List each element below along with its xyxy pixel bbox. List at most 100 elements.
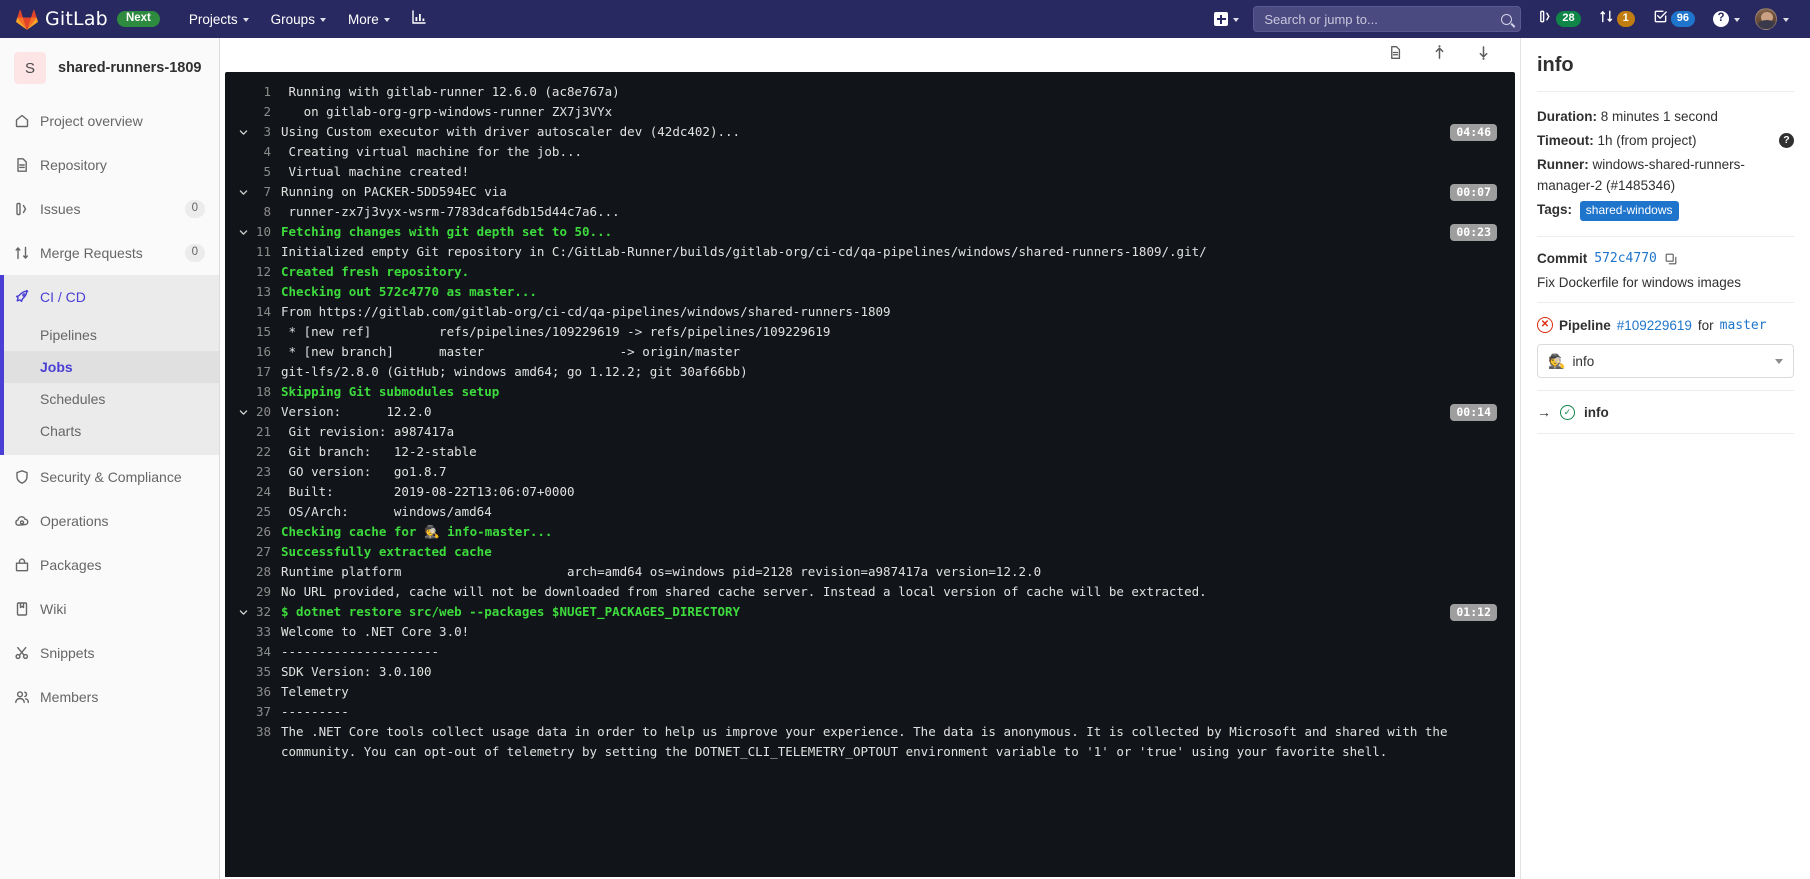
- sidebar-item-charts[interactable]: Charts: [0, 415, 219, 447]
- log-line-number[interactable]: 15: [225, 322, 281, 342]
- pipeline-id-link[interactable]: #109229619: [1617, 318, 1692, 333]
- log-line-number[interactable]: 33: [225, 622, 281, 642]
- package-icon: [14, 557, 30, 573]
- log-line-number[interactable]: 35: [225, 662, 281, 682]
- raw-log-button[interactable]: [1380, 40, 1410, 70]
- chevron-down-icon[interactable]: [235, 122, 251, 142]
- commit-sha-link[interactable]: 572c4770: [1594, 251, 1657, 266]
- chevron-down-icon[interactable]: [235, 222, 251, 242]
- merge-request-icon: [1599, 9, 1614, 29]
- scroll-to-top-button[interactable]: [1424, 40, 1454, 70]
- sidebar-item-cicd[interactable]: CI / CD: [0, 275, 219, 319]
- log-line-number[interactable]: 3: [225, 122, 281, 142]
- sidebar-item-repository[interactable]: Repository: [0, 143, 219, 187]
- log-line-number[interactable]: 34: [225, 642, 281, 662]
- log-line-number[interactable]: 8: [225, 202, 281, 222]
- chevron-down-icon[interactable]: [235, 402, 251, 422]
- project-sidebar: S shared-runners-1809 Project overview R…: [0, 38, 220, 879]
- log-line-number[interactable]: 17: [225, 362, 281, 382]
- scroll-to-bottom-button[interactable]: [1468, 40, 1498, 70]
- tags-label: Tags:: [1537, 202, 1573, 217]
- log-line-text: Running on PACKER-5DD594EC via: [281, 184, 507, 199]
- nav-projects[interactable]: Projects: [178, 0, 260, 38]
- log-line-number[interactable]: 28: [225, 562, 281, 582]
- sidebar-label-pipelines: Pipelines: [40, 327, 97, 343]
- sidebar-item-schedules[interactable]: Schedules: [0, 383, 219, 415]
- log-line-number[interactable]: 4: [225, 142, 281, 162]
- todos-counter[interactable]: 96: [1644, 0, 1704, 38]
- log-line-number[interactable]: 37: [225, 702, 281, 722]
- chevron-down-icon[interactable]: [235, 602, 251, 622]
- nav-groups[interactable]: Groups: [260, 0, 337, 38]
- job-list-item-info[interactable]: → ✓ info: [1521, 391, 1810, 433]
- log-line-number[interactable]: 10: [225, 222, 281, 242]
- log-line-number[interactable]: 36: [225, 682, 281, 702]
- log-line-number[interactable]: 14: [225, 302, 281, 322]
- sidebar-item-members[interactable]: Members: [0, 675, 219, 719]
- nav-more[interactable]: More: [337, 0, 401, 38]
- log-line-number[interactable]: 24: [225, 482, 281, 502]
- log-line-number[interactable]: 27: [225, 542, 281, 562]
- log-line-number[interactable]: 7: [225, 182, 281, 202]
- chevron-down-icon[interactable]: [235, 182, 251, 202]
- log-line-number[interactable]: 29: [225, 582, 281, 602]
- sidebar-item-jobs[interactable]: Jobs: [0, 351, 219, 383]
- log-line-number[interactable]: 20: [225, 402, 281, 422]
- log-line: 4 Creating virtual machine for the job..…: [225, 142, 1515, 162]
- log-line-text: Git branch: 12-2-stable: [281, 444, 477, 459]
- project-name: shared-runners-1809: [58, 60, 202, 76]
- sidebar-item-project-overview[interactable]: Project overview: [0, 99, 219, 143]
- arrow-right-icon: →: [1537, 404, 1551, 420]
- sidebar-item-operations[interactable]: Operations: [0, 499, 219, 543]
- stage-select[interactable]: 🕵 info: [1537, 344, 1794, 378]
- book-icon: [14, 601, 30, 617]
- log-line: 2 on gitlab-org-grp-windows-runner ZX7j3…: [225, 102, 1515, 122]
- search-input[interactable]: Search or jump to...: [1253, 6, 1522, 32]
- create-new-button[interactable]: [1204, 0, 1249, 38]
- log-line: 29 No URL provided, cache will not be dow…: [225, 582, 1515, 602]
- log-line: 34 ---------------------: [225, 642, 1515, 662]
- log-line: 26 Checking cache for 🕵 info-master...: [225, 522, 1515, 542]
- user-menu-button[interactable]: [1749, 0, 1798, 38]
- log-line-number[interactable]: 11: [225, 242, 281, 262]
- log-line-number[interactable]: 22: [225, 442, 281, 462]
- log-line-number[interactable]: 18: [225, 382, 281, 402]
- log-line-number[interactable]: 16: [225, 342, 281, 362]
- sidebar-item-security-compliance[interactable]: Security & Compliance: [0, 455, 219, 499]
- log-line-number[interactable]: 21: [225, 422, 281, 442]
- log-line-number[interactable]: 32: [225, 602, 281, 622]
- log-line-number[interactable]: 38: [225, 722, 281, 742]
- sidebar-item-snippets[interactable]: Snippets: [0, 631, 219, 675]
- log-line-number[interactable]: 5: [225, 162, 281, 182]
- pipeline-ref-link[interactable]: master: [1720, 318, 1767, 333]
- project-header-link[interactable]: S shared-runners-1809: [0, 38, 219, 99]
- todo-icon: [1653, 9, 1668, 29]
- sidebar-item-pipelines[interactable]: Pipelines: [0, 319, 219, 351]
- gitlab-home-link[interactable]: GitLab Next: [0, 0, 166, 38]
- sidebar-item-packages[interactable]: Packages: [0, 543, 219, 587]
- timeout-label: Timeout:: [1537, 133, 1594, 148]
- sidebar-item-merge-requests[interactable]: Merge Requests 0: [0, 231, 219, 275]
- merge-requests-counter[interactable]: 1: [1590, 0, 1644, 38]
- job-log-terminal[interactable]: 1 Running with gitlab-runner 12.6.0 (ac8…: [225, 72, 1515, 877]
- timeout-row: Timeout: 1h (from project) ?: [1537, 130, 1794, 151]
- question-circle-icon[interactable]: ?: [1779, 133, 1794, 148]
- help-menu-button[interactable]: ?: [1704, 0, 1749, 38]
- log-line: 7 Running on PACKER-5DD594EC via 00:07: [225, 182, 1515, 202]
- log-line-number[interactable]: 12: [225, 262, 281, 282]
- tag-chip-shared-windows[interactable]: shared-windows: [1579, 201, 1679, 221]
- nav-analytics-button[interactable]: [401, 0, 437, 38]
- log-line-number[interactable]: 25: [225, 502, 281, 522]
- issues-counter[interactable]: 28: [1529, 0, 1589, 38]
- log-line-number[interactable]: 23: [225, 462, 281, 482]
- log-line-number[interactable]: 1: [225, 82, 281, 102]
- log-line-number[interactable]: 2: [225, 102, 281, 122]
- pipeline-for-text: for: [1697, 317, 1714, 333]
- copy-icon[interactable]: [1664, 252, 1678, 266]
- sidebar-item-wiki[interactable]: Wiki: [0, 587, 219, 631]
- sidebar-item-issues[interactable]: Issues 0: [0, 187, 219, 231]
- log-line-text: Skipping Git submodules setup: [281, 384, 500, 399]
- log-line-number[interactable]: 13: [225, 282, 281, 302]
- pipeline-label: Pipeline: [1559, 317, 1611, 333]
- log-line-number[interactable]: 26: [225, 522, 281, 542]
